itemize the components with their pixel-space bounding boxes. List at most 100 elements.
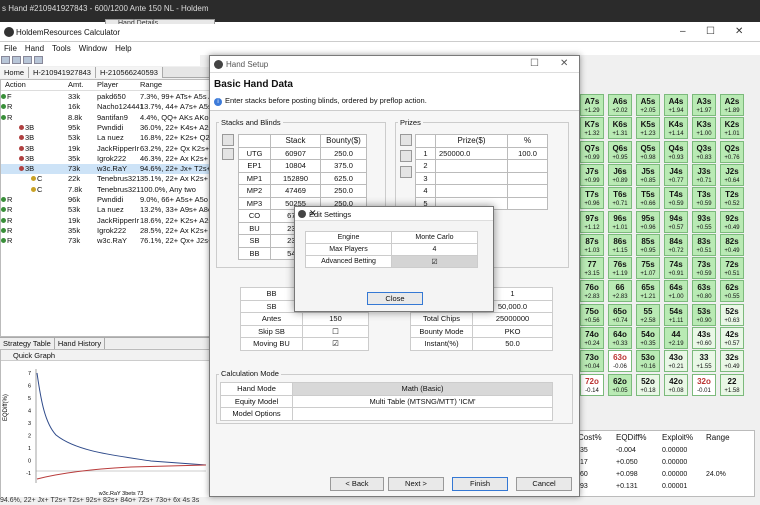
range-cell[interactable]: 92s +0.49 [720, 210, 744, 233]
tab-strategy-table[interactable]: Strategy Table [0, 338, 55, 349]
range-cell[interactable]: J5s +0.85 [636, 163, 660, 186]
range-cell[interactable]: A4s +1.94 [664, 94, 688, 116]
maximize-icon[interactable]: ☐ [706, 26, 715, 37]
range-cell[interactable]: 76o +2.83 [580, 280, 604, 303]
range-cell[interactable]: K4s +1.14 [664, 117, 688, 140]
range-cell[interactable]: 63s +0.80 [692, 280, 716, 303]
range-cell[interactable]: 43s +0.60 [692, 327, 716, 349]
prize-edit-icon[interactable] [400, 166, 412, 178]
range-cell[interactable]: 65s +1.21 [636, 280, 660, 303]
minimize-icon[interactable]: – [680, 26, 686, 37]
prize-percent-input[interactable] [507, 159, 548, 173]
prize-input[interactable]: 250000.0 [435, 146, 508, 160]
col-range[interactable]: Range [706, 433, 730, 442]
range-cell[interactable]: 74o +0.24 [580, 327, 604, 349]
range-cell[interactable]: 55 +2.58 [636, 303, 660, 326]
range-cell[interactable]: K5s +1.23 [636, 117, 660, 140]
prize-percent-input[interactable] [507, 196, 548, 210]
range-cell[interactable]: 52s +0.63 [720, 303, 744, 326]
range-cell[interactable]: 75s +1.07 [636, 257, 660, 280]
range-cell[interactable]: J3s +0.71 [692, 163, 716, 186]
menu-window[interactable]: Window [75, 42, 111, 55]
stack-input[interactable]: 47469 [270, 184, 321, 198]
back-button[interactable]: < Back [330, 477, 384, 491]
range-cell[interactable]: K3s +1.00 [692, 117, 716, 140]
range-cell[interactable]: 32s +0.49 [720, 350, 744, 373]
range-cell[interactable]: 83s +0.51 [692, 233, 716, 256]
range-cell[interactable]: T4s +0.59 [664, 187, 688, 210]
tab-hand-history[interactable]: Hand History [55, 338, 106, 349]
prize-input[interactable] [435, 159, 508, 173]
range-cell[interactable]: J6s +0.89 [608, 163, 632, 186]
bounty-input[interactable]: 250.0 [320, 184, 367, 198]
next-button[interactable]: Next > [388, 477, 444, 491]
range-cell[interactable]: 85s +0.95 [636, 233, 660, 256]
range-cell[interactable]: 65o +0.74 [608, 303, 632, 326]
range-cell[interactable]: 84s +0.72 [664, 233, 688, 256]
range-cell[interactable]: 87s +1.03 [580, 233, 604, 256]
range-cell[interactable]: 62s +0.55 [720, 280, 744, 303]
range-cell[interactable]: 33 +1.55 [692, 350, 716, 373]
move-down-icon[interactable] [222, 148, 234, 160]
range-cell[interactable]: Q6s +0.95 [608, 140, 632, 163]
menu-hand[interactable]: Hand [21, 42, 48, 55]
header-range[interactable]: Range [140, 80, 162, 89]
action-row[interactable]: 3B 73k w3c.RaY 94.6%, 22+ Jx+ T2s+ [1, 164, 211, 175]
range-cell[interactable]: 53s +0.90 [692, 303, 716, 326]
bounty-input[interactable]: 625.0 [320, 171, 367, 185]
range-cell[interactable]: J2s +0.64 [720, 163, 744, 186]
tab-hand-1[interactable]: H-210941927843 [29, 67, 96, 78]
cancel-button[interactable]: Cancel [516, 477, 572, 491]
setting-value[interactable]: 4 [391, 243, 478, 256]
range-cell[interactable]: 64o +0.33 [608, 327, 632, 349]
edit-settings-close-icon[interactable]: ✕ [309, 208, 488, 219]
range-cell[interactable]: 63o -0.06 [608, 350, 632, 373]
range-cell[interactable]: 76s +1.19 [608, 257, 632, 280]
action-row[interactable]: 3B 35k Igrok222 46.3%, 22+ Ax K2s+ [1, 154, 211, 164]
range-cell[interactable]: 44 +2.19 [664, 327, 688, 349]
menu-help[interactable]: Help [111, 42, 135, 55]
calc-select[interactable] [292, 407, 553, 421]
open-icon[interactable] [12, 56, 21, 64]
range-cell[interactable]: 22 +1.58 [720, 373, 744, 396]
blind-checkbox[interactable]: ☐ [302, 324, 369, 338]
range-cell[interactable]: 43o +0.21 [664, 350, 688, 373]
stack-input[interactable]: 10804 [270, 159, 321, 173]
tournament-input[interactable]: PKO [472, 324, 553, 338]
action-row[interactable]: R 96k Pwndidi 9.0%, 66+ A5s+ A5o [1, 195, 211, 205]
action-row[interactable]: R 8.8k 9antifan9 4.4%, QQ+ AKs AKo [1, 113, 211, 123]
close-button[interactable]: Close [367, 292, 423, 305]
prize-input[interactable] [435, 184, 508, 198]
prize-remove-icon[interactable] [400, 150, 412, 162]
range-cell[interactable]: 52o +0.18 [636, 373, 660, 396]
range-cell[interactable]: 54s +1.11 [664, 303, 688, 326]
range-cell[interactable]: K7s +1.32 [580, 117, 604, 140]
col-eqdiff[interactable]: EQDiff% [616, 433, 647, 442]
range-cell[interactable]: 54o +0.35 [636, 327, 660, 349]
range-cell[interactable]: T6s +0.71 [608, 187, 632, 210]
tab-hand-2[interactable]: H-210566240593 [95, 67, 163, 78]
range-cell[interactable]: 77 +3.15 [580, 257, 604, 280]
range-cell[interactable]: 97s +1.12 [580, 210, 604, 233]
tournament-input[interactable]: 50.0 [472, 337, 553, 351]
range-cell[interactable]: 74s +0.91 [664, 257, 688, 280]
range-cell[interactable]: J4s +0.77 [664, 163, 688, 186]
action-row[interactable]: R 16k Nacho124441 13.7%, 44+ A7s+ A5s [1, 102, 212, 112]
range-cell[interactable]: 53o +0.16 [636, 350, 660, 373]
range-cell[interactable]: Q4s +0.93 [664, 140, 688, 163]
range-cell[interactable]: 82s +0.49 [720, 233, 744, 256]
col-cost[interactable]: Cost% [578, 433, 602, 442]
range-cell[interactable]: K6s +1.31 [608, 117, 632, 140]
range-cell[interactable]: 93s +0.55 [692, 210, 716, 233]
range-cell[interactable]: Q3s +0.83 [692, 140, 716, 163]
tab-home[interactable]: Home [0, 67, 30, 78]
stack-input[interactable]: 152890 [270, 171, 321, 185]
range-cell[interactable]: A3s +1.97 [692, 94, 716, 116]
finish-button[interactable]: Finish [452, 477, 508, 491]
range-cell[interactable]: A2s +1.89 [720, 94, 744, 116]
blind-input[interactable]: 150 [302, 312, 369, 326]
action-row[interactable]: R 73k w3c.RaY 76.1%, 22+ Qx+ J2s+ [1, 236, 212, 246]
prize-percent-input[interactable]: 100.0 [507, 146, 548, 160]
range-cell[interactable]: 42o +0.08 [664, 373, 688, 396]
new-icon[interactable] [1, 56, 10, 64]
